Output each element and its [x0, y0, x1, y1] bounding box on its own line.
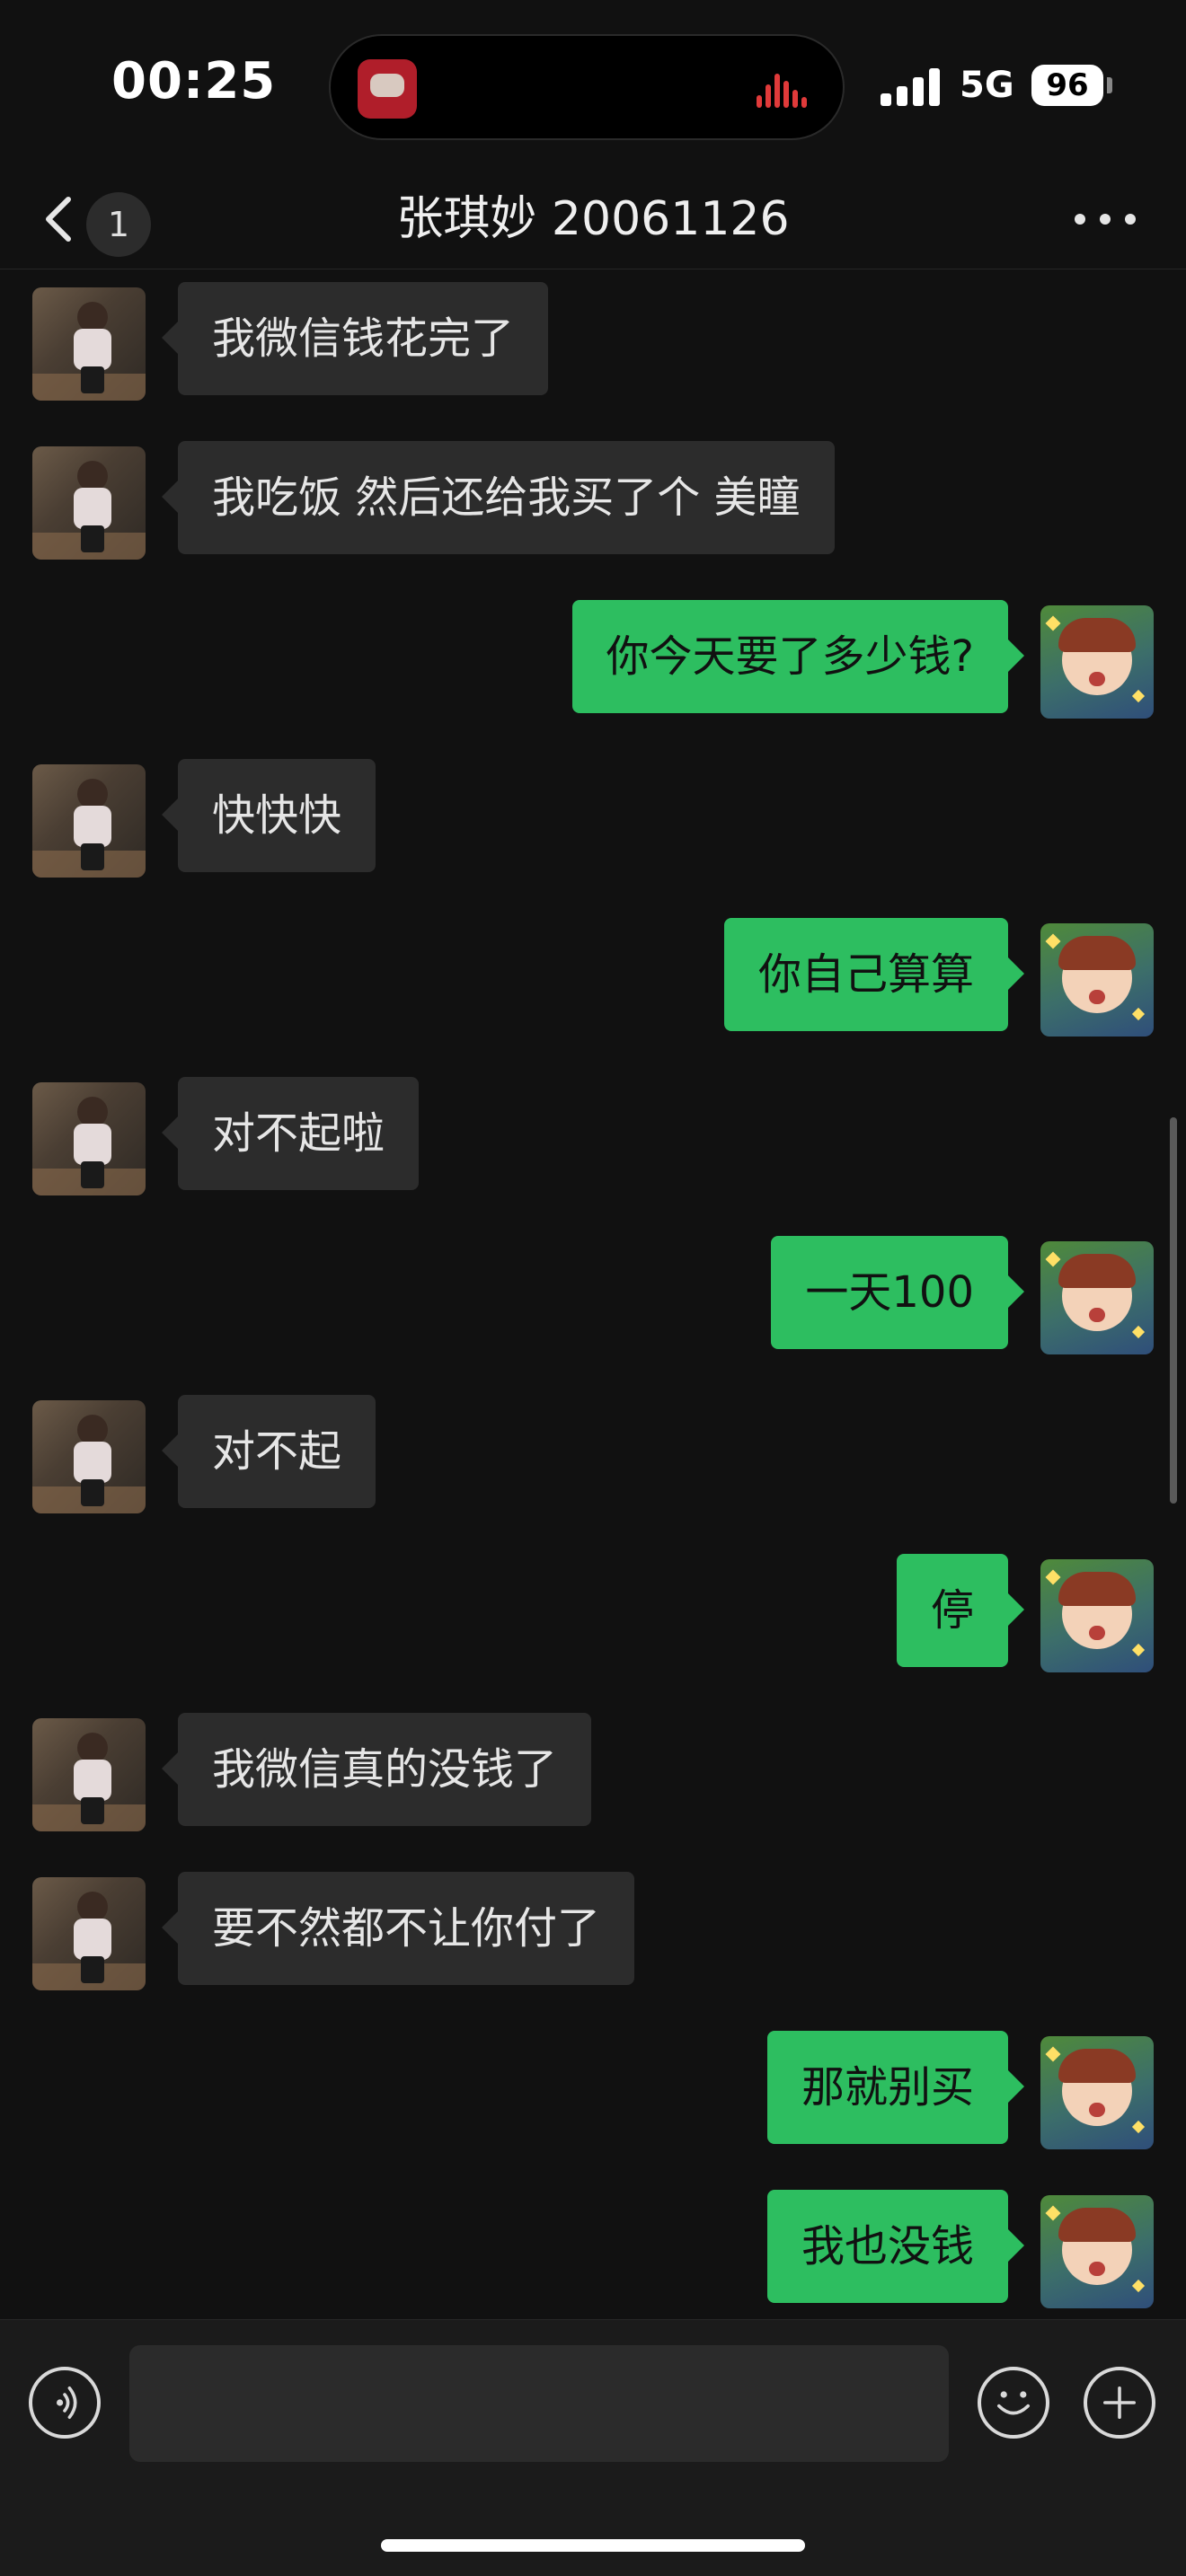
- message-bubble[interactable]: 要不然都不让你付了: [161, 1872, 635, 1985]
- network-type: 5G: [960, 65, 1014, 106]
- message-outgoing[interactable]: 我也没钱: [0, 2190, 1186, 2308]
- message-bubble[interactable]: 你今天要了多少钱?: [571, 600, 1025, 713]
- message-input[interactable]: [129, 2345, 949, 2462]
- status-time: 00:25: [111, 52, 277, 110]
- contact-avatar[interactable]: [32, 446, 146, 560]
- message-outgoing[interactable]: 一天100: [0, 1236, 1186, 1354]
- more-dots-icon[interactable]: [1075, 205, 1137, 232]
- message-bubble[interactable]: 快快快: [161, 759, 376, 872]
- my-avatar[interactable]: [1040, 923, 1154, 1037]
- my-avatar[interactable]: [1040, 605, 1154, 719]
- message-incoming[interactable]: 要不然都不让你付了: [0, 1872, 1186, 1990]
- signal-icon: [881, 66, 943, 106]
- message-outgoing[interactable]: 你自己算算: [0, 918, 1186, 1037]
- battery-tip: [1107, 77, 1112, 93]
- message-outgoing[interactable]: 那就别买: [0, 2031, 1186, 2149]
- message-outgoing[interactable]: 停: [0, 1554, 1186, 1672]
- my-avatar[interactable]: [1040, 2195, 1154, 2308]
- dynamic-island[interactable]: [329, 34, 845, 140]
- message-bubble[interactable]: 那就别买: [766, 2031, 1025, 2144]
- chat-screen: 00:25 5G 96 1 张琪妙 20061126 我微信钱花完了我吃饭 然后…: [0, 0, 1186, 2576]
- audio-wave-icon: [757, 72, 814, 108]
- contact-avatar[interactable]: [32, 764, 146, 878]
- message-bubble[interactable]: 我吃饭 然后还给我买了个 美瞳: [162, 441, 835, 554]
- message-outgoing[interactable]: 你今天要了多少钱?: [0, 600, 1186, 719]
- my-avatar[interactable]: [1040, 1559, 1154, 1672]
- message-list[interactable]: 我微信钱花完了我吃饭 然后还给我买了个 美瞳你今天要了多少钱? 快快快你自己算算对…: [0, 269, 1186, 2319]
- plus-icon[interactable]: [1084, 2367, 1155, 2439]
- emoji-icon[interactable]: [978, 2367, 1049, 2439]
- message-incoming[interactable]: 我微信钱花完了: [0, 282, 1186, 401]
- status-bar: 00:25 5G 96: [0, 0, 1186, 171]
- home-indicator[interactable]: [381, 2539, 805, 2552]
- my-avatar[interactable]: [1040, 2036, 1154, 2149]
- voice-icon[interactable]: [29, 2367, 101, 2439]
- message-incoming[interactable]: 对不起: [0, 1395, 1186, 1513]
- message-bubble[interactable]: 停: [896, 1554, 1025, 1667]
- message-incoming[interactable]: 对不起啦: [0, 1077, 1186, 1195]
- message-bubble[interactable]: 我微信真的没钱了: [161, 1713, 592, 1826]
- contact-avatar[interactable]: [32, 1082, 146, 1195]
- contact-avatar[interactable]: [32, 1877, 146, 1990]
- contact-avatar[interactable]: [32, 1400, 146, 1513]
- message-bubble[interactable]: 我也没钱: [766, 2190, 1025, 2303]
- contact-avatar[interactable]: [32, 1718, 146, 1831]
- message-bubble[interactable]: 一天100: [771, 1236, 1024, 1349]
- message-bubble[interactable]: 你自己算算: [723, 918, 1025, 1031]
- message-incoming[interactable]: 快快快: [0, 759, 1186, 878]
- message-bubble[interactable]: 对不起: [161, 1395, 376, 1508]
- message-incoming[interactable]: 我吃饭 然后还给我买了个 美瞳: [0, 441, 1186, 560]
- music-app-icon: [358, 59, 417, 119]
- chat-title: 张琪妙 20061126: [396, 192, 790, 246]
- input-bar: [0, 2319, 1186, 2576]
- battery-icon: 96: [1031, 65, 1103, 106]
- message-bubble[interactable]: 我微信钱花完了: [161, 282, 549, 395]
- my-avatar[interactable]: [1040, 1241, 1154, 1354]
- message-incoming[interactable]: 我微信真的没钱了: [0, 1713, 1186, 1831]
- contact-avatar[interactable]: [32, 287, 146, 401]
- message-bubble[interactable]: 对不起啦: [161, 1077, 420, 1190]
- chat-header: 1 张琪妙 20061126: [0, 171, 1186, 269]
